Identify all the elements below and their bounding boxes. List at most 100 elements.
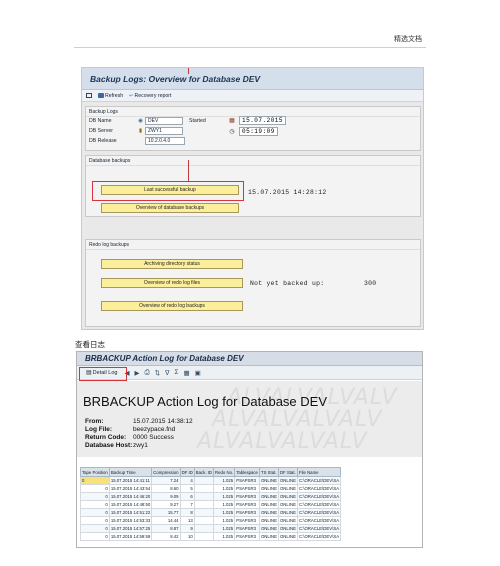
logfile-label: Log File: [85, 426, 113, 433]
table-row[interactable]: 0 15.07.2015 14:46:20 9.09 6 1.025 PSAPSR3 ONL… [80, 492, 342, 501]
table-cell: 0 [80, 524, 110, 533]
table-cell: 0 [80, 516, 110, 525]
table-row[interactable]: 0 15.07.2015 14:53:33 14.44 13 1.025 PSAPSR3 O… [80, 516, 342, 525]
filter-icon[interactable]: ∇ [165, 369, 169, 377]
table-cell: 9.27 [151, 500, 181, 509]
table-cell: ONLINE [258, 492, 279, 501]
table-cell: 15.07.2015 14:51:22 [108, 508, 153, 517]
return-label: Return Code: [85, 434, 127, 441]
table-cell: PSAPSR3 [234, 492, 260, 501]
refresh-label: Refresh [105, 92, 124, 99]
table-cell: ONLINE [258, 500, 279, 509]
column-header[interactable]: TS Stat. [258, 467, 279, 477]
table-cell: ONLINE [277, 492, 298, 501]
recovery-report-button[interactable]: ↵ Recovery report [129, 93, 171, 99]
table-cell: C:\ORACLE\DEV\SA [296, 492, 342, 501]
export-icon[interactable]: ▣ [195, 369, 201, 377]
return-value: 0000 Success [133, 434, 174, 441]
db-name-label: DB Name [89, 118, 112, 124]
page-header: 精选文档 [394, 35, 422, 43]
table-cell: PSAPSR3 [234, 476, 260, 485]
table-cell [193, 484, 215, 493]
archiving-status-button[interactable]: Archiving directory status [101, 259, 243, 269]
table-cell: 14.44 [151, 516, 181, 525]
table-cell: C:\ORACLE\DEV\SA [296, 532, 342, 541]
annotation-line [188, 160, 189, 182]
table-cell: PSAPSR3 [234, 500, 260, 509]
table-cell [193, 500, 215, 509]
table-cell: PSAPSR3 [234, 484, 260, 493]
table-row[interactable]: 0 15.07.2015 14:48:50 9.27 7 1.025 PSAPSR3 ONL… [80, 500, 342, 509]
table-row[interactable]: 0 15.07.2015 14:51:22 15.77 8 1.025 PSAPSR3 ON… [80, 508, 342, 517]
db-server-row: DB Server ▮ ZWY1 [86, 127, 183, 135]
column-header[interactable]: Compression [151, 467, 181, 477]
sort-icon[interactable]: ⇅ [155, 369, 160, 377]
db-release-row: DB Release 10.2.0.4.0 [86, 137, 185, 145]
column-header[interactable]: File Name [296, 467, 342, 477]
table-cell: ONLINE [277, 532, 298, 541]
table-cell: 15.07.2015 14:57:25 [108, 524, 153, 533]
overview-database-backups-button[interactable]: Overview of database backups [101, 203, 239, 213]
column-header[interactable]: DF ID [179, 467, 195, 477]
table-cell: 0 [80, 500, 110, 509]
column-header[interactable]: Back. ID [193, 467, 215, 477]
table-cell: ONLINE [277, 524, 298, 533]
host-value: zwy1 [133, 442, 148, 449]
brbackup-log-screen: BRBACKUP Action Log for Database DEV ▤ D… [76, 351, 423, 548]
table-cell: 9.09 [151, 492, 181, 501]
table-cell: 5 [179, 484, 195, 493]
layout-icon [86, 93, 92, 98]
table-cell: 8.87 [151, 524, 181, 533]
table-cell: ONLINE [277, 476, 298, 485]
db-name-row: DB Name ◉ DEV Started [86, 117, 217, 125]
caption: 查看日志 [75, 340, 105, 349]
host-row: Database Host: zwy1 [85, 442, 148, 449]
table-cell: 1.025 [213, 516, 236, 525]
refresh-button[interactable]: Refresh [98, 93, 123, 99]
date-field: 15.07.2015 [239, 116, 287, 125]
table-row[interactable]: 0 15.07.2015 14:43:54 8.60 5 1.025 PSAPSR3 ONL… [80, 484, 342, 493]
column-header[interactable]: Tape Position [80, 467, 110, 477]
from-label: From: [85, 418, 104, 425]
refresh-icon [98, 93, 104, 98]
table-cell: ONLINE [277, 508, 298, 517]
from-value: 15.07.2015 14:38:12 [133, 418, 193, 425]
column-header[interactable]: Redo No. [213, 467, 236, 477]
print-icon[interactable]: ⎙ [144, 369, 149, 377]
layout-button[interactable] [86, 93, 92, 98]
column-header[interactable]: DF Stat. [277, 467, 298, 477]
table-cell: 1.025 [213, 476, 236, 485]
table-cell: 1.025 [213, 532, 236, 541]
highlight-box [79, 367, 127, 381]
table-row[interactable]: 0 15.07.2015 14:57:25 8.87 9 1.025 PSAPSR3 ONL… [80, 524, 342, 533]
next-icon[interactable]: ▶ [134, 369, 139, 377]
group-title: Database backups [86, 156, 420, 166]
table-row[interactable]: 0 15.07.2015 14:41:11 7.24 4 1.025 PSAPSR3 ONL… [80, 476, 342, 485]
overview-redo-backups-button[interactable]: Overview of redo log backups [101, 301, 243, 311]
table-cell: C:\ORACLE\DEV\SA [296, 484, 342, 493]
redo-log-backups-group: Redo log backups Archiving directory sta… [85, 239, 421, 327]
layout-icon[interactable]: ▦ [184, 369, 190, 377]
column-header[interactable]: Tablespace [234, 467, 260, 477]
table-cell: 7 [179, 500, 195, 509]
table-cell: ONLINE [277, 484, 298, 493]
overview-redo-files-button[interactable]: Overview of redo log files [101, 278, 243, 288]
table-cell: 15.07.2015 14:48:50 [108, 500, 153, 509]
table-cell: PSAPSR3 [234, 516, 260, 525]
table-cell: 6 [179, 492, 195, 501]
table-cell: ONLINE [258, 516, 279, 525]
table-row[interactable]: 0 15.07.2015 14:59:59 8.42 10 1.025 PSAPSR3 ON… [80, 532, 342, 541]
sum-icon[interactable]: Σ [174, 369, 178, 376]
action-log-table: Tape Position Backup Time Compression DF ID… [80, 467, 342, 541]
table-cell: 13 [179, 516, 195, 525]
not-backed-label: Not yet backed up: [250, 280, 325, 287]
table-cell [193, 516, 215, 525]
date-row: ▦ 15.07.2015 [228, 116, 287, 125]
table-cell: ONLINE [258, 532, 279, 541]
table-cell: 9 [179, 524, 195, 533]
db-icon: ◉ [138, 118, 143, 124]
table-cell: PSAPSR3 [234, 524, 260, 533]
table-cell: 1.025 [213, 500, 236, 509]
column-header[interactable]: Backup Time [108, 467, 153, 477]
table-cell [193, 524, 215, 533]
